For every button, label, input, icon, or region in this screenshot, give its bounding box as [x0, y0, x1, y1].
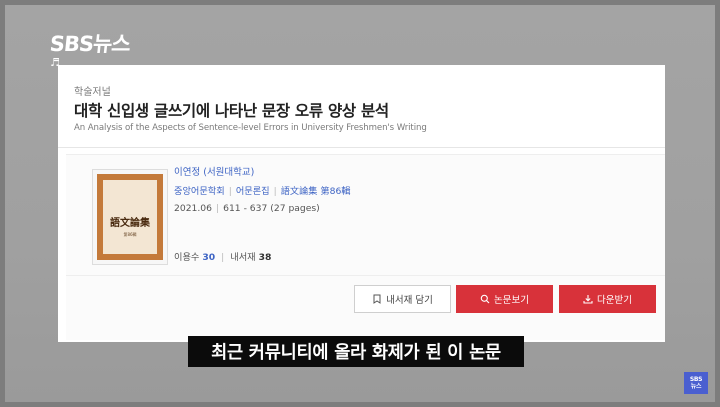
sbs-news-logo: SBS뉴스: [48, 32, 132, 56]
search-icon: [480, 294, 490, 304]
publisher-link[interactable]: 중앙어문학회: [174, 186, 225, 197]
paper-category: 학술저널: [74, 87, 111, 98]
usage-label: 이용수: [174, 252, 200, 263]
actions-divider: [66, 275, 665, 276]
usage-count: 30: [202, 252, 216, 263]
paper-title-english: An Analysis of the Aspects of Sentence-l…: [74, 123, 427, 133]
usage-stats: 이용수 30 | 내서재 38: [174, 252, 272, 263]
page-range: 611 - 637 (27 pages): [223, 203, 320, 214]
issue-link[interactable]: 語文論集 第86輯: [281, 186, 351, 197]
publication-info: 중앙어문학회 | 어문론집 | 語文論集 第86輯: [174, 186, 351, 197]
date-pages-info: 2021.06 | 611 - 637 (27 pages): [174, 203, 320, 214]
save-button-label: 내서재 담기: [386, 295, 433, 306]
publish-date: 2021.06: [174, 203, 212, 214]
journal-link[interactable]: 어문론집: [236, 186, 270, 197]
download-button[interactable]: 다운받기: [559, 285, 656, 313]
cover-title: 語文論集: [110, 218, 150, 229]
cover-subtitle: 第86輯: [123, 232, 137, 237]
header-divider: [58, 147, 665, 148]
bookmark-icon: [373, 294, 381, 304]
library-label: 내서재: [230, 252, 256, 263]
journal-cover-image[interactable]: 語文論集 第86輯: [92, 169, 168, 265]
paper-title-korean: 대학 신입생 글쓰기에 나타난 문장 오류 양상 분석: [74, 102, 389, 120]
author-link[interactable]: 이연정 (서원대학교): [174, 164, 254, 178]
save-to-library-button[interactable]: 내서재 담기: [354, 285, 451, 313]
paper-info-panel: 語文論集 第86輯 이연정 (서원대학교) 중앙어문학회 | 어문론집 | 語文論集 第…: [66, 154, 665, 340]
paper-detail-card: 학술저널 대학 신입생 글쓰기에 나타난 문장 오류 양상 분석 An Anal…: [58, 65, 665, 342]
caption-subtitle: 최근 커뮤니티에 올라 화제가 된 이 논문: [188, 336, 524, 367]
download-icon: [583, 295, 593, 304]
view-button-label: 논문보기: [494, 295, 529, 306]
library-count: 38: [258, 252, 272, 263]
sbs-corner-logo: SBS 뉴스: [684, 372, 708, 394]
view-paper-button[interactable]: 논문보기: [456, 285, 553, 313]
download-button-label: 다운받기: [597, 295, 632, 306]
video-frame: SBS뉴스 ♬ 학술저널 대학 신입생 글쓰기에 나타난 문장 오류 양상 분석…: [0, 0, 720, 407]
